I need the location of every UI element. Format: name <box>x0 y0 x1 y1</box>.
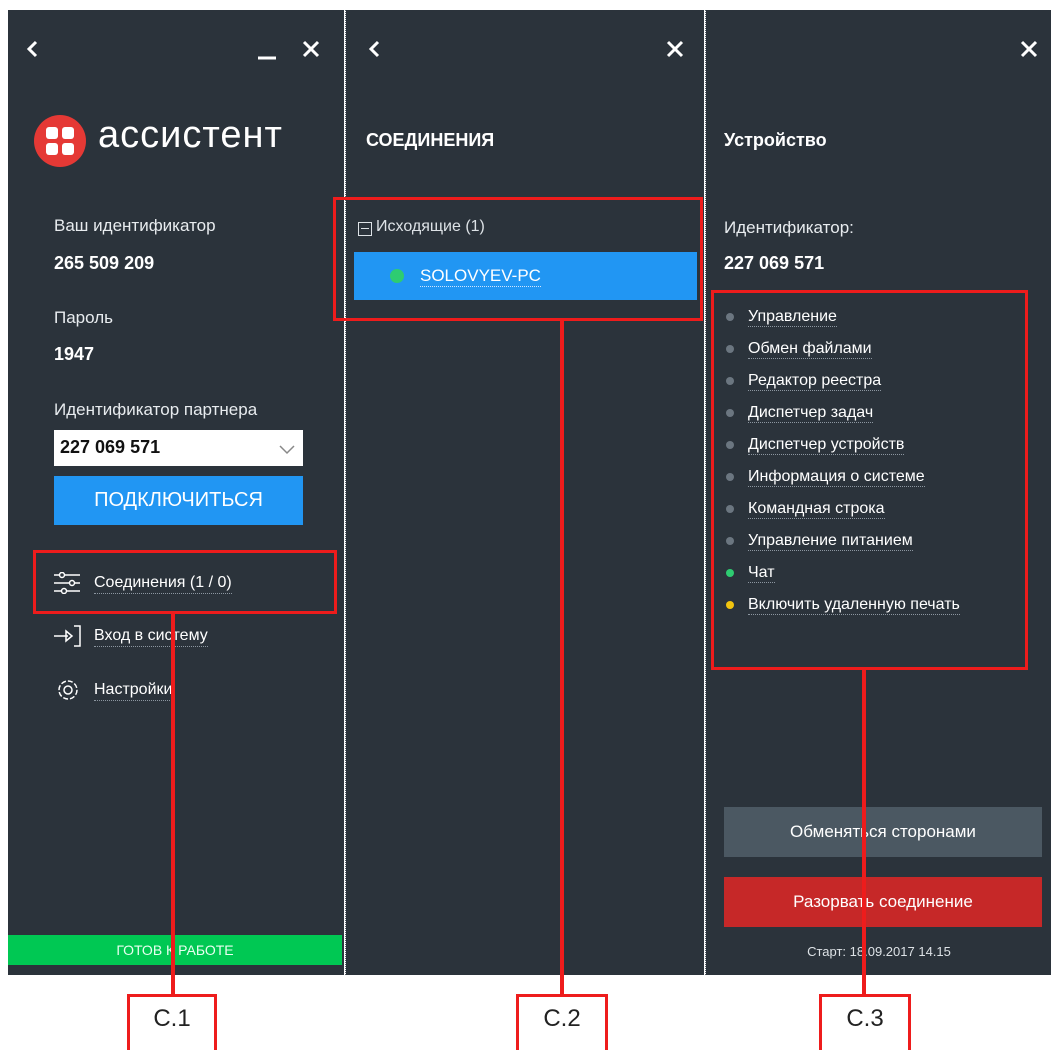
partner-id-label: Идентификатор партнера <box>54 400 258 419</box>
device-id-value: 227 069 571 <box>724 253 825 273</box>
device-id-label: Идентификатор: <box>724 218 854 237</box>
minimize-icon <box>258 56 276 60</box>
close-icon <box>302 40 320 58</box>
callout-line-c2 <box>560 321 564 1050</box>
swap-sides-button[interactable]: Обменяться сторонами <box>724 807 1042 857</box>
password-value: 1947 <box>54 344 95 364</box>
back-button[interactable] <box>26 40 40 63</box>
connect-button[interactable]: ПОДКЛЮЧИТЬСЯ <box>54 476 303 525</box>
login-icon <box>54 625 81 647</box>
callout-box-c3 <box>711 290 1028 670</box>
minimize-button[interactable] <box>256 38 278 65</box>
callout-box-c2 <box>333 197 703 321</box>
callout-box-c1 <box>33 550 337 614</box>
password-label: Пароль <box>54 308 113 327</box>
app-logo <box>34 115 86 172</box>
partner-id-field[interactable]: 227 069 571 <box>54 430 303 466</box>
partner-id-input-value: 227 069 571 <box>60 437 161 457</box>
disconnect-button[interactable]: Разорвать соединение <box>724 877 1042 927</box>
callout-line-c3 <box>862 670 866 1050</box>
close-icon <box>1020 40 1038 58</box>
main-panel: ассистент Ваш идентификатор 265 509 209 … <box>8 10 344 975</box>
menu-item-label: Настройки <box>94 681 173 701</box>
chevron-down-icon[interactable] <box>279 442 295 460</box>
app-logo-icon <box>34 115 86 167</box>
your-id-label: Ваш идентификатор <box>54 216 216 235</box>
callout-tag-c3: C.3 <box>819 994 911 1050</box>
back-button[interactable] <box>368 40 382 63</box>
app-name: ассистент <box>98 114 283 156</box>
callout-line-c1 <box>171 614 175 1050</box>
callout-tag-c1: C.1 <box>127 994 217 1050</box>
menu-item-label: Вход в систему <box>94 627 208 647</box>
connections-panel: СОЕДИНЕНИЯ Исходящие (1) SOLOVYEV-PC <box>346 10 704 975</box>
chevron-left-icon <box>368 40 380 58</box>
callout-tag-c2: C.2 <box>516 994 608 1050</box>
status-bar: ГОТОВ К РАБОТЕ <box>8 935 342 965</box>
close-button[interactable] <box>302 40 320 63</box>
page-title: СОЕДИНЕНИЯ <box>366 130 495 150</box>
close-button[interactable] <box>666 40 684 63</box>
chevron-left-icon <box>26 40 38 58</box>
close-icon <box>666 40 684 58</box>
your-id-value: 265 509 209 <box>54 253 155 273</box>
gear-icon <box>58 680 78 700</box>
page-title: Устройство <box>724 130 827 150</box>
close-button[interactable] <box>1020 40 1038 63</box>
start-time: Старт: 18.09.2017 14.15 <box>807 944 951 959</box>
